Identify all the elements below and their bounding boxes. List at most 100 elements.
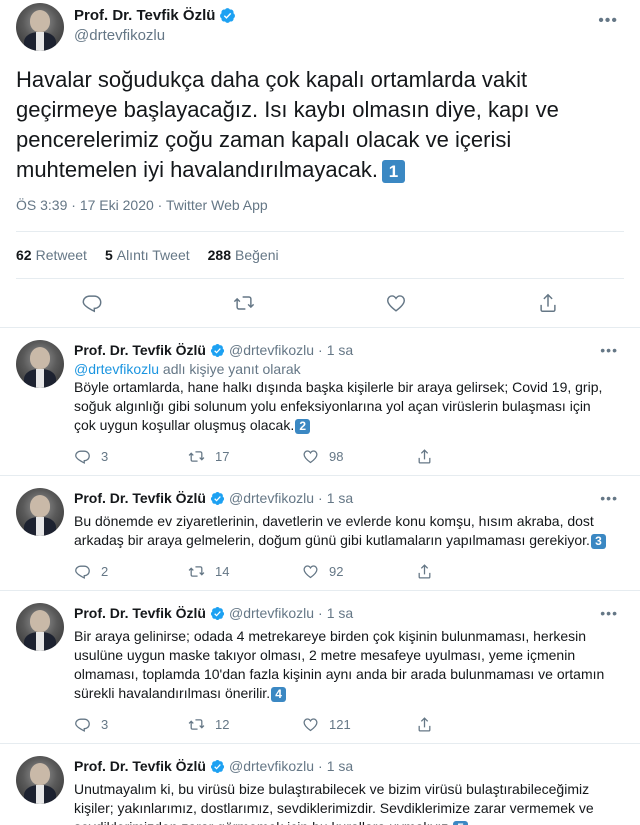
reply-action[interactable]: 3 <box>74 448 188 465</box>
main-tweet: Prof. Dr. Tevfik Özlü @drtevfikozlu ••• … <box>0 0 640 327</box>
tweet-actions <box>16 279 624 327</box>
reply-action[interactable]: 2 <box>74 563 188 580</box>
quotes-count: 5 <box>104 247 113 263</box>
author-handle[interactable]: @drtevfikozlu <box>229 490 314 506</box>
retweet-action[interactable]: 14 <box>188 563 302 580</box>
tweet-stats: 62 Retweet 5 Alıntı Tweet 288 Beğeni <box>16 232 624 278</box>
meta-separator: · <box>157 197 163 213</box>
tweet-text-content: Bir araya gelinirse; odada 4 metrekareye… <box>74 628 605 701</box>
keycap-number-badge: 1 <box>381 160 405 183</box>
tweet-text: Bir araya gelinirse; odada 4 metrekareye… <box>74 627 624 703</box>
keycap-number-badge: 4 <box>271 687 287 702</box>
avatar[interactable] <box>16 488 64 536</box>
tweet-source[interactable]: Twitter Web App <box>166 197 268 213</box>
avatar[interactable] <box>16 756 64 804</box>
reply-tweet[interactable]: Prof. Dr. Tevfik Özlü @drtevfikozlu · 1 … <box>0 327 640 475</box>
share-icon <box>418 563 431 579</box>
tweet-text-content: Unutmayalım ki, bu virüsü bize bulaştıra… <box>74 781 594 825</box>
tweet-text-content: Böyle ortamlarda, hane halkı dışında baş… <box>74 379 603 433</box>
meta-separator: · <box>318 490 323 506</box>
reply-icon <box>75 718 90 732</box>
verified-badge-icon <box>219 7 236 24</box>
author-name[interactable]: Prof. Dr. Tevfik Özlü <box>74 605 206 621</box>
meta-separator: · <box>318 758 323 774</box>
tweet-header: Prof. Dr. Tevfik Özlü @drtevfikozlu ••• <box>16 0 624 62</box>
author-name[interactable]: Prof. Dr. Tevfik Özlü <box>74 758 206 774</box>
like-icon <box>303 717 318 731</box>
meta-separator: · <box>71 197 76 213</box>
share-icon[interactable] <box>537 292 559 314</box>
likes-label: Beğeni <box>235 247 279 263</box>
quotes-label: Alıntı Tweet <box>116 247 190 263</box>
retweet-action[interactable]: 12 <box>188 716 302 733</box>
verified-badge-icon <box>210 606 225 621</box>
mention-link[interactable]: @drtevfikozlu <box>74 361 159 377</box>
author-name[interactable]: Prof. Dr. Tevfik Özlü <box>74 490 206 506</box>
tweet-actions: 3 17 98 <box>74 437 624 475</box>
more-options-icon[interactable]: ••• <box>600 342 618 358</box>
reply-count: 3 <box>101 448 109 464</box>
more-options-icon[interactable]: ••• <box>600 490 618 506</box>
author-handle[interactable]: @drtevfikozlu <box>229 342 314 358</box>
reply-count: 2 <box>101 563 109 579</box>
tweet-time[interactable]: 1 sa <box>327 490 353 506</box>
verified-badge-icon <box>210 343 225 358</box>
avatar[interactable] <box>16 340 64 388</box>
meta-separator: · <box>318 342 323 358</box>
retweet-count: 12 <box>215 716 230 732</box>
tweet-time[interactable]: 1 sa <box>327 342 353 358</box>
like-count: 92 <box>329 563 344 579</box>
keycap-number-badge: 3 <box>590 534 606 549</box>
like-icon <box>303 564 318 578</box>
tweet-time[interactable]: ÖS 3:39 <box>16 197 67 213</box>
keycap-number-badge: 2 <box>295 419 311 434</box>
retweets-stat[interactable]: 62 Retweet <box>16 247 87 263</box>
reply-action[interactable]: 3 <box>74 716 188 733</box>
share-icon <box>418 716 431 732</box>
quotes-stat[interactable]: 5 Alıntı Tweet <box>105 247 190 263</box>
tweet-time[interactable]: 1 sa <box>327 758 353 774</box>
retweet-icon[interactable] <box>233 292 255 314</box>
like-action[interactable]: 121 <box>302 716 416 733</box>
like-count: 121 <box>329 716 351 732</box>
verified-badge-icon <box>210 759 225 774</box>
retweet-icon <box>188 450 205 462</box>
reply-icon <box>75 450 90 464</box>
retweet-count: 14 <box>215 563 230 579</box>
avatar[interactable] <box>16 603 64 651</box>
retweet-icon <box>188 565 205 577</box>
author-name[interactable]: Prof. Dr. Tevfik Özlü <box>74 342 206 358</box>
reply-tweet[interactable]: Prof. Dr. Tevfik Özlü @drtevfikozlu · 1 … <box>0 743 640 825</box>
like-action[interactable]: 98 <box>302 448 416 465</box>
tweet-date[interactable]: 17 Eki 2020 <box>80 197 154 213</box>
more-options-icon[interactable]: ••• <box>600 605 618 621</box>
author-handle[interactable]: @drtevfikozlu <box>229 605 314 621</box>
tweet-text: Böyle ortamlarda, hane halkı dışında baş… <box>74 378 624 435</box>
tweet-time[interactable]: 1 sa <box>327 605 353 621</box>
retweet-action[interactable]: 17 <box>188 448 302 465</box>
author-handle[interactable]: @drtevfikozlu <box>229 758 314 774</box>
retweets-count: 62 <box>16 247 32 263</box>
tweet-actions: 2 14 92 <box>74 552 624 590</box>
likes-stat[interactable]: 288 Beğeni <box>208 247 279 263</box>
keycap-number-badge: 5 <box>453 821 469 825</box>
like-action[interactable]: 92 <box>302 563 416 580</box>
share-action[interactable] <box>416 716 530 733</box>
reply-count: 3 <box>101 716 109 732</box>
reply-tweet[interactable]: Prof. Dr. Tevfik Özlü @drtevfikozlu · 1 … <box>0 475 640 590</box>
more-options-icon[interactable]: ••• <box>598 12 618 30</box>
author-name[interactable]: Prof. Dr. Tevfik Özlü <box>74 7 215 24</box>
share-action[interactable] <box>416 563 530 580</box>
meta-separator: · <box>318 605 323 621</box>
verified-badge-icon <box>210 491 225 506</box>
retweet-count: 17 <box>215 448 230 464</box>
tweet-meta: ÖS 3:39 · 17 Eki 2020 · Twitter Web App <box>16 197 624 217</box>
share-action[interactable] <box>416 448 530 465</box>
reply-tweet[interactable]: Prof. Dr. Tevfik Özlü @drtevfikozlu · 1 … <box>0 590 640 743</box>
reply-icon[interactable] <box>81 292 103 314</box>
avatar[interactable] <box>16 3 64 51</box>
likes-count: 288 <box>207 247 231 263</box>
like-icon <box>303 449 318 463</box>
author-handle[interactable]: @drtevfikozlu <box>74 27 236 44</box>
like-icon[interactable] <box>385 292 407 314</box>
